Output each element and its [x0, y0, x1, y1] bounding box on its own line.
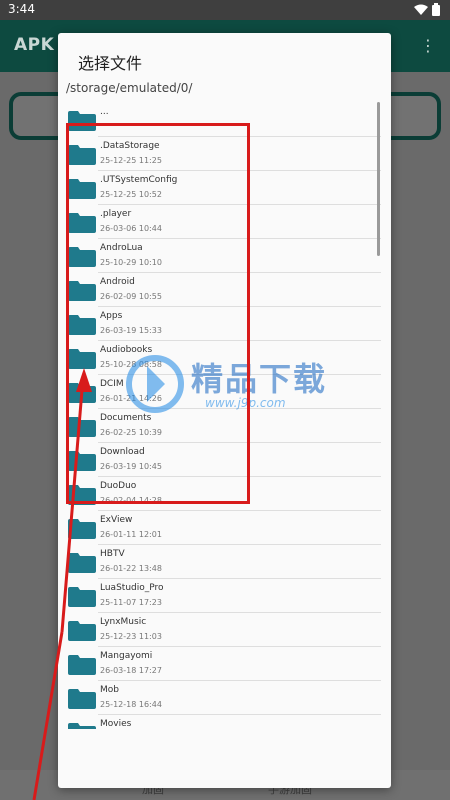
scrollbar[interactable]	[377, 102, 380, 256]
current-path: /storage/emulated/0/	[66, 81, 193, 95]
folder-icon	[68, 553, 96, 573]
file-name: HBTV	[100, 549, 125, 559]
folder-icon	[68, 621, 96, 641]
file-date: 25-12-18 16:44	[100, 700, 162, 709]
dialog-title: 选择文件	[78, 54, 143, 73]
file-date: 25-11-07 17:23	[100, 598, 162, 607]
file-name: ...	[100, 107, 109, 117]
status-icons	[414, 3, 440, 16]
annotation-highlight-box	[66, 123, 250, 504]
battery-icon	[432, 3, 440, 16]
file-row[interactable]: Mob 25-12-18 16:44	[58, 681, 381, 715]
folder-icon	[68, 587, 96, 607]
file-name: Mangayomi	[100, 651, 153, 661]
file-row[interactable]: LynxMusic 25-12-23 11:03	[58, 613, 381, 647]
file-name: Movies	[100, 719, 132, 729]
file-name: LynxMusic	[100, 617, 147, 627]
more-menu-icon[interactable]: ⋮	[420, 36, 436, 55]
file-name: Mob	[100, 685, 119, 695]
folder-icon	[68, 723, 96, 729]
status-time: 3:44	[8, 2, 35, 16]
status-bar: 3:44	[0, 0, 450, 20]
file-date: 26-01-22 13:48	[100, 564, 162, 573]
file-name: ExView	[100, 515, 133, 525]
file-row[interactable]: HBTV 26-01-22 13:48	[58, 545, 381, 579]
folder-icon	[68, 689, 96, 709]
file-row[interactable]: ExView 26-01-11 12:01	[58, 511, 381, 545]
file-date: 26-03-18 17:27	[100, 666, 162, 675]
file-row[interactable]: LuaStudio_Pro 25-11-07 17:23	[58, 579, 381, 613]
file-row[interactable]: Movies	[58, 715, 381, 729]
file-date: 25-12-23 11:03	[100, 632, 162, 641]
file-date: 26-01-11 12:01	[100, 530, 162, 539]
file-name: LuaStudio_Pro	[100, 583, 164, 593]
wifi-icon	[414, 4, 428, 15]
file-row[interactable]: Mangayomi 26-03-18 17:27	[58, 647, 381, 681]
folder-icon	[68, 519, 96, 539]
folder-icon	[68, 655, 96, 675]
